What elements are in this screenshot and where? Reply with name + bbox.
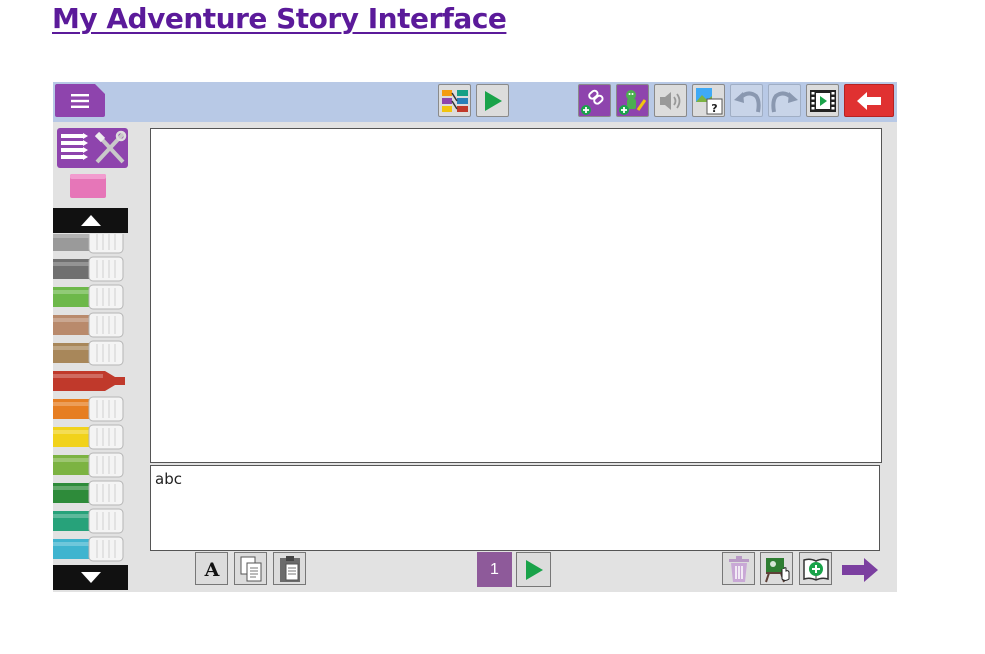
color-marker[interactable] — [53, 340, 129, 366]
eraser-tool[interactable] — [69, 173, 107, 199]
copy-icon — [240, 556, 261, 581]
marker-icon — [53, 284, 124, 310]
color-marker[interactable] — [53, 480, 129, 506]
arrow-down-icon — [80, 572, 101, 583]
color-marker[interactable] — [53, 396, 129, 422]
redo-button[interactable] — [768, 84, 801, 117]
svg-text:?: ? — [711, 102, 717, 115]
play-story-button[interactable] — [476, 84, 509, 117]
add-page-icon — [802, 557, 829, 581]
add-page-button[interactable] — [799, 552, 832, 585]
marker-icon — [53, 452, 124, 478]
color-marker[interactable] — [53, 368, 129, 394]
delete-page-button[interactable] — [722, 552, 755, 585]
marker-icon — [53, 234, 124, 254]
color-marker[interactable] — [53, 508, 129, 534]
redo-icon — [770, 90, 798, 112]
marker-icon — [53, 256, 124, 282]
drawing-canvas[interactable] — [150, 128, 882, 463]
image-quiz-button[interactable]: ? — [692, 84, 725, 117]
marker-icon — [53, 396, 124, 422]
scroll-up-button[interactable] — [53, 208, 128, 233]
story-text-input[interactable]: abc — [150, 465, 880, 551]
movie-icon — [809, 89, 836, 112]
easel-icon — [764, 557, 789, 582]
back-icon — [857, 91, 881, 110]
storyboard-icon — [441, 89, 468, 112]
add-character-icon — [618, 89, 646, 115]
tools-button[interactable] — [57, 128, 128, 168]
marker-icon — [53, 480, 124, 506]
edit-scene-button[interactable] — [760, 552, 793, 585]
top-toolbar: ? — [53, 82, 897, 122]
sound-icon — [659, 91, 680, 110]
tools-icon — [57, 128, 128, 168]
drawing-sidebar — [53, 122, 129, 592]
color-marker[interactable] — [53, 312, 129, 338]
eraser-icon — [70, 174, 106, 198]
color-marker[interactable] — [53, 424, 129, 450]
marker-icon — [53, 424, 124, 450]
color-marker[interactable] — [53, 452, 129, 478]
menu-button[interactable] — [55, 84, 105, 117]
play-page-button[interactable] — [516, 552, 551, 587]
add-character-button[interactable] — [616, 84, 649, 117]
trash-icon — [728, 555, 749, 582]
movie-button[interactable] — [806, 84, 839, 117]
marker-icon — [53, 508, 124, 534]
storyboard-button[interactable] — [438, 84, 471, 117]
story-text-value: abc — [155, 470, 182, 488]
scroll-down-button[interactable] — [53, 565, 128, 590]
marker-icon — [53, 312, 124, 338]
add-link-icon — [580, 89, 604, 115]
copy-button[interactable] — [234, 552, 267, 585]
text-format-icon: A — [203, 559, 219, 581]
back-button[interactable] — [844, 84, 894, 117]
page-number-button[interactable]: 1 — [477, 552, 512, 587]
page-title: My Adventure Story Interface — [52, 2, 507, 35]
paste-icon — [279, 555, 300, 582]
text-format-button[interactable]: A — [195, 552, 228, 585]
undo-icon — [733, 90, 761, 112]
marker-icon — [53, 371, 125, 391]
color-marker[interactable] — [53, 256, 129, 282]
marker-icon — [53, 536, 124, 562]
marker-palette — [53, 234, 129, 564]
image-quiz-icon: ? — [695, 87, 722, 115]
play-icon — [484, 90, 502, 111]
sound-button[interactable] — [654, 84, 687, 117]
next-page-button[interactable] — [841, 556, 881, 584]
color-marker[interactable] — [53, 234, 129, 254]
arrow-right-icon — [842, 558, 878, 582]
marker-icon — [53, 340, 124, 366]
story-editor: ? abc A 1 — [53, 82, 897, 592]
hamburger-icon — [71, 93, 89, 108]
color-marker[interactable] — [53, 284, 129, 310]
color-marker[interactable] — [53, 536, 129, 562]
paste-button[interactable] — [273, 552, 306, 585]
add-link-button[interactable] — [578, 84, 611, 117]
svg-text:A: A — [203, 559, 219, 581]
arrow-up-icon — [80, 215, 101, 226]
undo-button[interactable] — [730, 84, 763, 117]
play-icon — [525, 559, 543, 580]
